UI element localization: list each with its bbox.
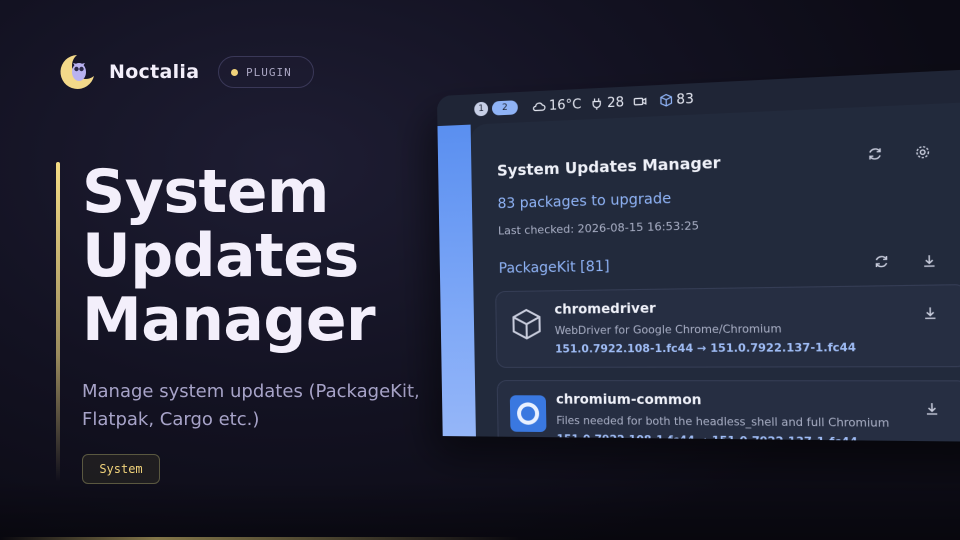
upgrade-count-text: 83 packages to upgrade xyxy=(497,191,671,213)
updates-panel: System Updates Manager 83 packages to up… xyxy=(471,100,960,442)
power-widget[interactable]: 28 xyxy=(590,95,625,112)
hero-title: System Updates Manager xyxy=(82,160,462,352)
plugin-badge: PLUGIN xyxy=(218,56,314,88)
download-icon xyxy=(924,401,940,416)
refresh-button[interactable] xyxy=(864,143,887,165)
package-card[interactable]: chromedriver WebDriver for Google Chrome… xyxy=(495,284,960,368)
updates-widget[interactable]: 83 xyxy=(658,91,694,108)
package-version: 151.0.7922.108-1.fc44 → 151.0.7922.137-1… xyxy=(557,433,858,442)
app-window: 1 2 16°C 28 83 System Updates Manager 83… xyxy=(437,67,960,442)
workspace-1[interactable]: 1 xyxy=(474,102,488,117)
power-value: 28 xyxy=(607,95,624,111)
category-tag: System xyxy=(82,454,160,484)
package-version: 151.0.7922.108-1.fc44 → 151.0.7922.137-1… xyxy=(555,342,856,356)
app-window-preview: 1 2 16°C 28 83 System Updates Manager 83… xyxy=(437,67,960,464)
brand: Noctalia xyxy=(57,52,199,92)
camera-icon xyxy=(632,94,647,109)
package-card[interactable]: chromium-common Files needed for both th… xyxy=(497,380,960,442)
package-download-button[interactable] xyxy=(922,305,943,325)
side-strip xyxy=(437,125,475,437)
hero-title-line: Updates xyxy=(82,224,462,288)
workspace-2[interactable]: 2 xyxy=(492,100,518,115)
chromium-icon xyxy=(510,395,547,432)
package-box-icon xyxy=(508,306,545,343)
camera-widget[interactable] xyxy=(632,94,650,109)
download-icon xyxy=(922,305,938,320)
package-description: Files needed for both the headless_shell… xyxy=(556,415,889,430)
panel-title: System Updates Manager xyxy=(497,153,721,180)
package-description: WebDriver for Google Chrome/Chromium xyxy=(555,323,782,337)
last-checked-text: Last checked: 2026-08-15 16:53:25 xyxy=(498,219,699,238)
updates-count: 83 xyxy=(676,91,694,107)
hero-accent-bar xyxy=(56,162,60,482)
hero-title-line: System xyxy=(82,160,462,224)
package-icon xyxy=(658,93,673,108)
bottom-shade xyxy=(0,480,960,540)
package-name: chromedriver xyxy=(554,301,656,318)
settings-button[interactable] xyxy=(911,141,934,164)
weather-value: 16°C xyxy=(549,97,582,114)
cloud-icon xyxy=(532,99,546,114)
plug-icon xyxy=(590,96,605,111)
section-refresh-button[interactable] xyxy=(870,251,893,273)
brand-name: Noctalia xyxy=(109,61,199,83)
gear-icon xyxy=(915,144,931,160)
hero-title-line: Manager xyxy=(82,288,462,352)
package-name: chromium-common xyxy=(556,392,702,408)
package-download-button[interactable] xyxy=(924,401,945,421)
download-icon xyxy=(921,253,937,269)
plugin-badge-label: PLUGIN xyxy=(246,66,292,79)
section-download-all-button[interactable] xyxy=(918,250,941,272)
weather-widget[interactable]: 16°C xyxy=(532,97,582,115)
packagekit-section-title: PackageKit [81] xyxy=(499,259,610,277)
owl-moon-logo-icon xyxy=(57,52,97,92)
refresh-icon xyxy=(873,254,889,269)
plugin-dot-icon xyxy=(231,69,238,76)
refresh-icon xyxy=(867,146,883,162)
hero-subtitle: Manage system updates (PackageKit, Flatp… xyxy=(82,378,442,434)
